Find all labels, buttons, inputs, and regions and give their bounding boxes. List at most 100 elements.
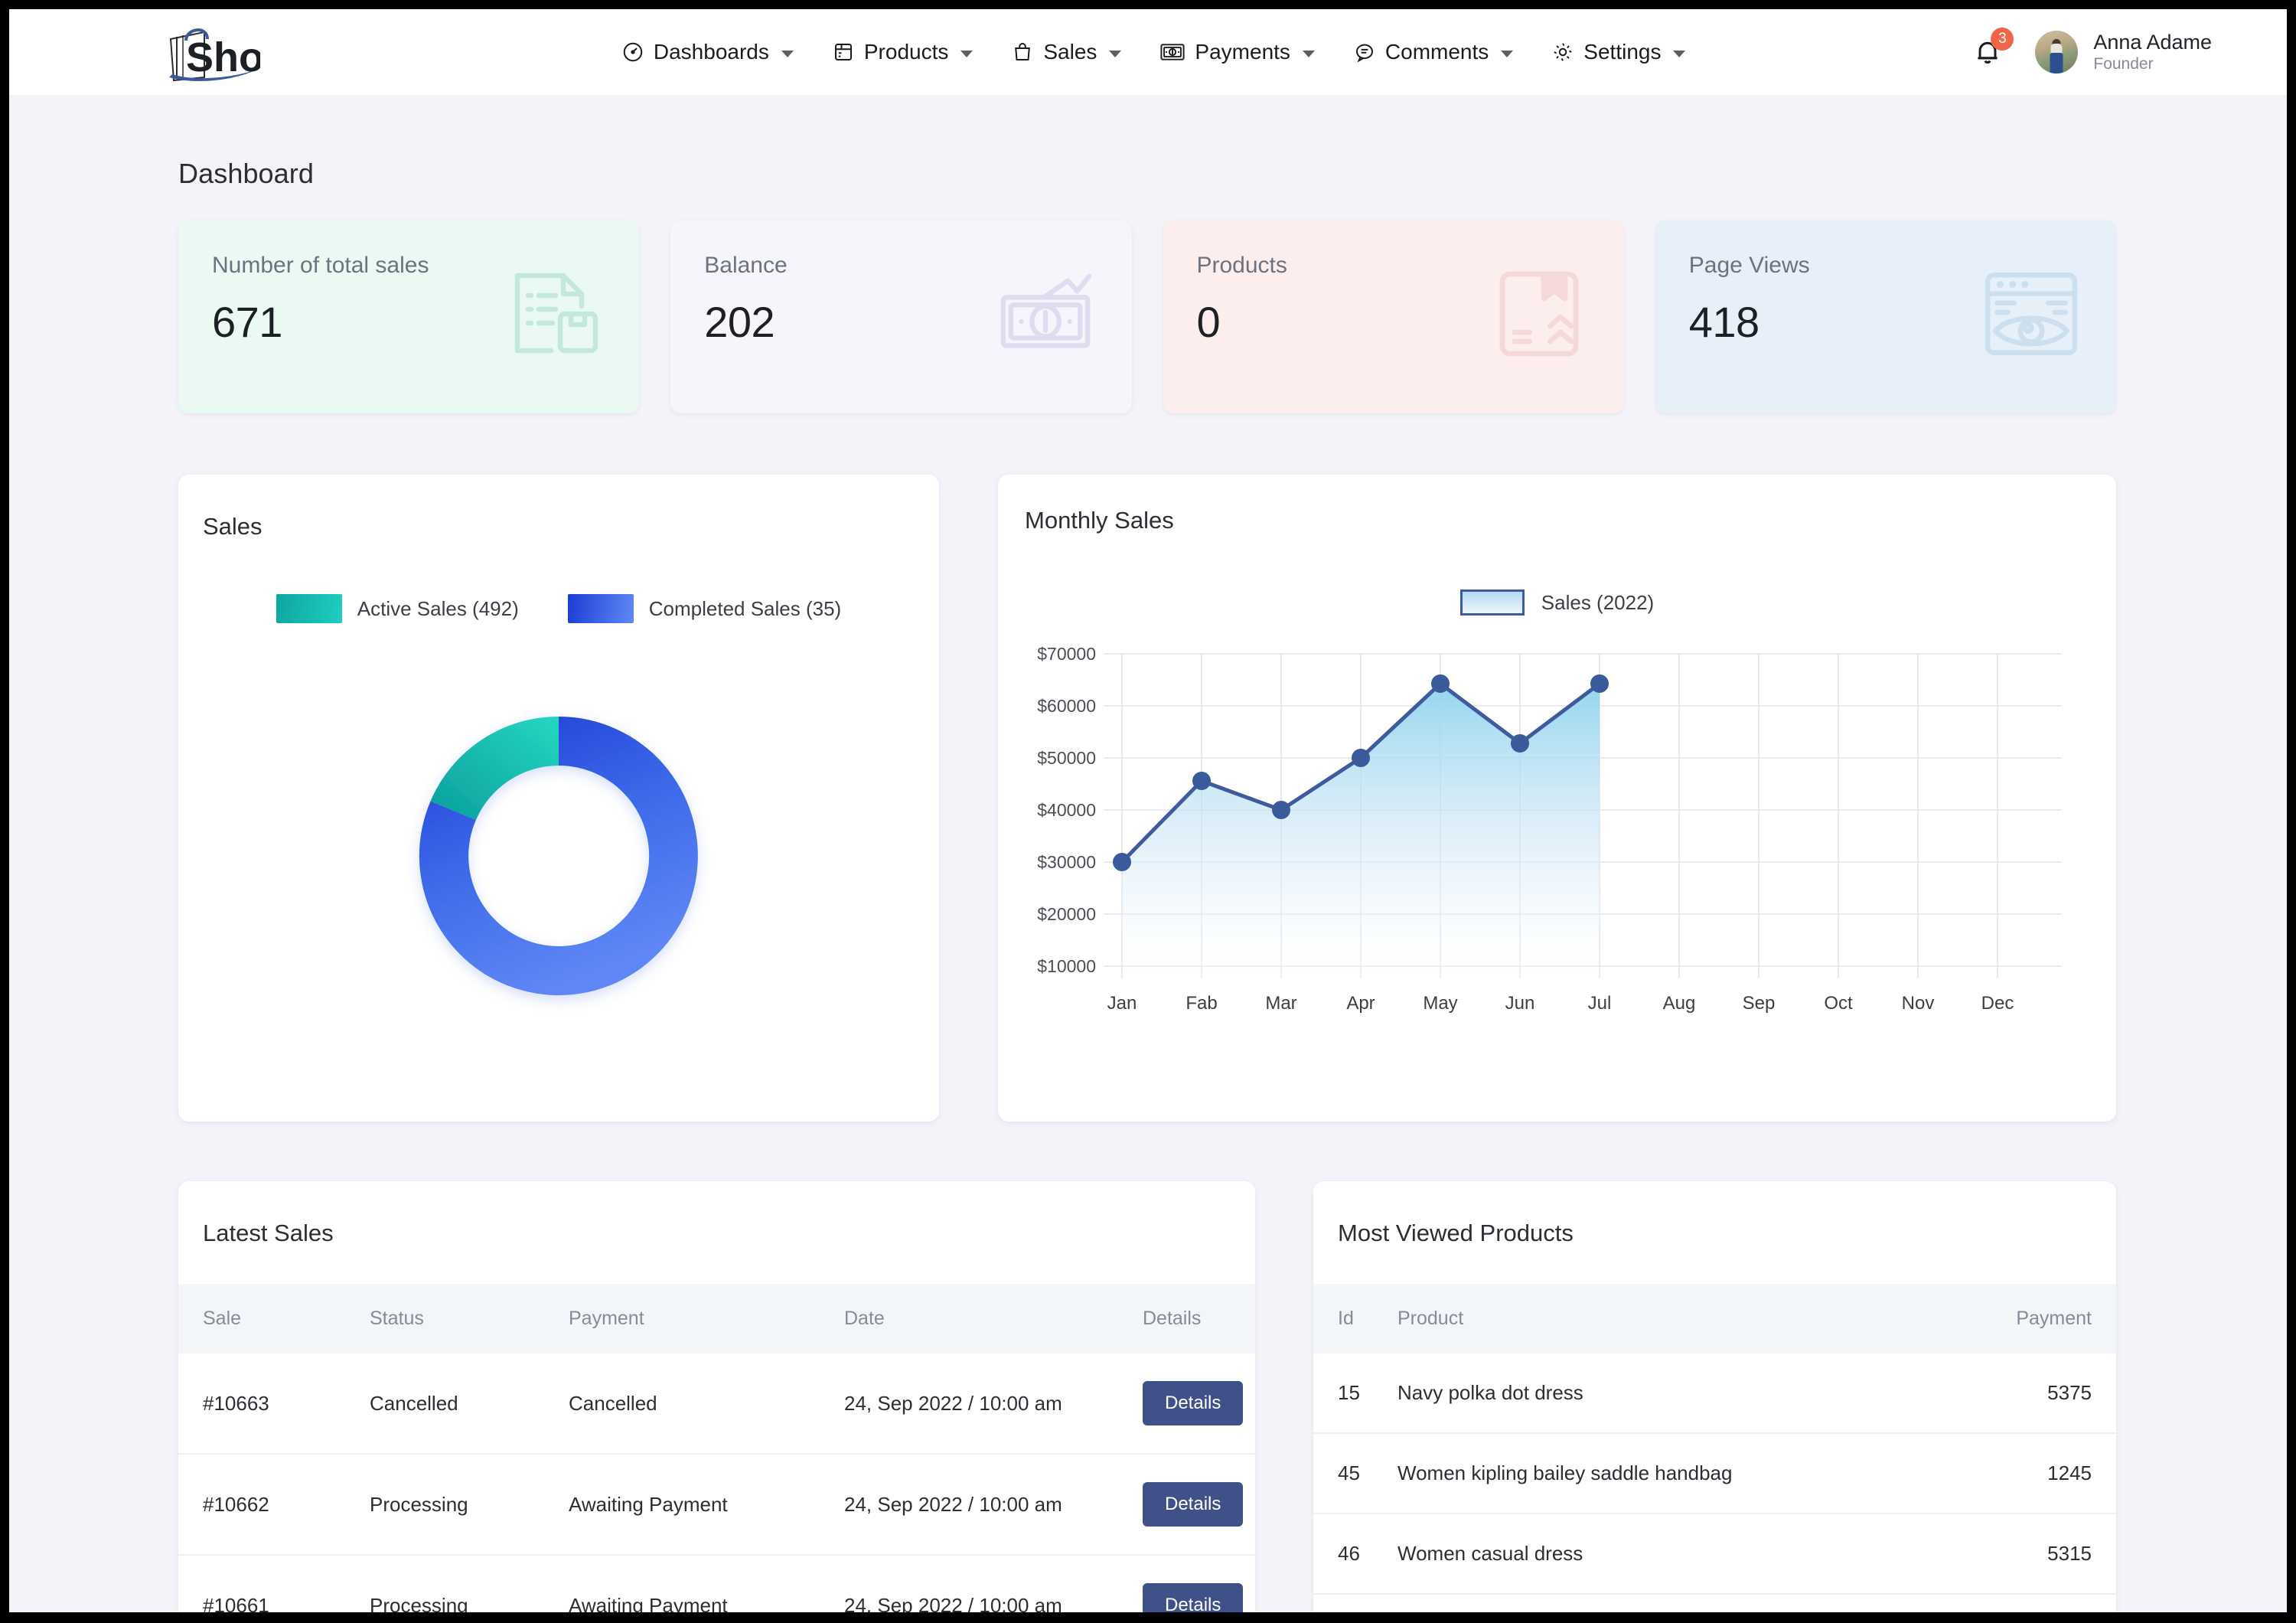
table-row[interactable]: 45 Women kipling bailey saddle handbag 1… xyxy=(1313,1433,2116,1514)
line-chart-legend[interactable]: Sales (2022) xyxy=(998,589,2116,616)
svg-text:Aug: Aug xyxy=(1663,993,1696,1014)
stat-cards: Number of total sales 671 xyxy=(178,220,2116,413)
chevron-down-icon xyxy=(1501,51,1513,57)
col-header-id: Id xyxy=(1313,1284,1397,1354)
stat-card-page-views[interactable]: Page Views 418 xyxy=(1655,220,2116,413)
nav-label: Sales xyxy=(1043,40,1097,64)
table-row[interactable]: #10662 Processing Awaiting Payment 24, S… xyxy=(178,1454,1255,1555)
nav-item-comments[interactable]: Comments xyxy=(1352,34,1515,70)
cell-status: Processing xyxy=(370,1454,569,1555)
nav-label: Dashboards xyxy=(654,40,769,64)
cell-product: Women kipling bailey saddle handbag xyxy=(1397,1433,1948,1514)
user-name: Anna Adame xyxy=(2093,31,2212,55)
cell-payment: 5375 xyxy=(1948,1354,2116,1433)
brand-logo[interactable]: Shop xyxy=(165,19,341,85)
legend-label: Active Sales (492) xyxy=(357,597,519,621)
chat-bubble-icon xyxy=(1353,41,1376,64)
svg-text:Jun: Jun xyxy=(1505,993,1535,1014)
nav-item-payments[interactable]: Payments xyxy=(1158,34,1316,70)
cell-payment: Cancelled xyxy=(569,1354,844,1454)
legend-item-completed-sales[interactable]: Completed Sales (35) xyxy=(568,594,841,623)
legend-label: Completed Sales (35) xyxy=(649,597,841,621)
main-content: Dashboard Number of total sales 671 xyxy=(0,95,2296,1623)
col-header-payment: Payment xyxy=(1948,1284,2116,1354)
svg-text:Fab: Fab xyxy=(1186,993,1217,1014)
legend-item-active-sales[interactable]: Active Sales (492) xyxy=(276,594,519,623)
nav-label: Comments xyxy=(1385,40,1489,64)
stat-card-products[interactable]: Products 0 xyxy=(1163,220,1624,413)
window-chrome-left xyxy=(0,0,9,1623)
cell-product: Navy polka dot dress xyxy=(1397,1354,1948,1433)
cell-id: 45 xyxy=(1313,1433,1397,1514)
legend-swatch xyxy=(1460,589,1525,616)
window-chrome-right xyxy=(2287,0,2296,1623)
chevron-down-icon xyxy=(960,51,973,57)
nav-label: Products xyxy=(864,40,949,64)
nav-item-sales[interactable]: Sales xyxy=(1009,34,1123,70)
table-header-row: Id Product Payment xyxy=(1313,1284,2116,1354)
svg-text:Oct: Oct xyxy=(1824,993,1853,1014)
svg-text:Jan: Jan xyxy=(1107,993,1137,1014)
chevron-down-icon xyxy=(1673,51,1685,57)
table-row[interactable]: #10663 Cancelled Cancelled 24, Sep 2022 … xyxy=(178,1354,1255,1454)
app-root: Shop Dashboards xyxy=(0,0,2296,1623)
donut-legend: Active Sales (492) Completed Sales (35) xyxy=(178,594,939,623)
panel-title: Latest Sales xyxy=(178,1181,1255,1284)
col-header-date: Date xyxy=(844,1284,1143,1354)
col-header-payment: Payment xyxy=(569,1284,844,1354)
nav-item-products[interactable]: Products xyxy=(830,34,975,70)
top-navigation-bar: Shop Dashboards xyxy=(0,9,2296,95)
monthly-sales-area-chart[interactable]: $70000 $60000 $50000 $40000 $30000 $2000… xyxy=(998,632,2116,1015)
svg-text:$20000: $20000 xyxy=(1037,904,1096,924)
nav-item-settings[interactable]: Settings xyxy=(1550,34,1687,70)
avatar[interactable] xyxy=(2035,31,2078,73)
main-nav: Dashboards Products xyxy=(341,34,1966,70)
legend-swatch xyxy=(276,594,342,623)
monthly-sales-panel: Monthly Sales Sales (2022) xyxy=(998,475,2116,1122)
notifications-button[interactable]: 3 xyxy=(1966,31,2009,73)
table-row[interactable]: 15 Navy polka dot dress 5375 xyxy=(1313,1354,2116,1433)
cell-date: 24, Sep 2022 / 10:00 am xyxy=(844,1354,1143,1454)
nav-label: Payments xyxy=(1195,40,1290,64)
cell-payment: 5315 xyxy=(1948,1514,2116,1594)
svg-text:May: May xyxy=(1423,993,1457,1014)
svg-text:Nov: Nov xyxy=(1902,993,1935,1014)
stat-card-balance[interactable]: Balance 202 xyxy=(670,220,1131,413)
cell-date: 24, Sep 2022 / 10:00 am xyxy=(844,1454,1143,1555)
cell-status: Cancelled xyxy=(370,1354,569,1454)
notification-badge: 3 xyxy=(1991,28,2014,51)
cell-details: Details xyxy=(1143,1354,1255,1454)
table-row[interactable]: 46 Women casual dress 5315 xyxy=(1313,1514,2116,1594)
donut-chart[interactable] xyxy=(178,672,939,1055)
top-right-actions: 3 Anna Adame Founder xyxy=(1966,31,2212,74)
latest-sales-table: Sale Status Payment Date Details #10663 … xyxy=(178,1284,1255,1623)
legend-swatch xyxy=(568,594,634,623)
banknote-icon xyxy=(1159,41,1186,64)
cell-payment: Awaiting Payment xyxy=(569,1454,844,1555)
svg-text:$50000: $50000 xyxy=(1037,748,1096,768)
user-role: Founder xyxy=(2093,55,2212,74)
window-chrome-bottom xyxy=(0,1612,2296,1623)
details-button[interactable]: Details xyxy=(1143,1482,1243,1527)
cell-id: 15 xyxy=(1313,1354,1397,1433)
box-icon xyxy=(832,41,855,64)
col-header-sale: Sale xyxy=(178,1284,370,1354)
page-title: Dashboard xyxy=(178,158,2219,190)
col-header-product: Product xyxy=(1397,1284,1948,1354)
col-header-status: Status xyxy=(370,1284,569,1354)
stat-card-total-sales[interactable]: Number of total sales 671 xyxy=(178,220,639,413)
nav-label: Settings xyxy=(1583,40,1661,64)
banknote-chart-icon xyxy=(997,268,1097,360)
details-button[interactable]: Details xyxy=(1143,1381,1243,1425)
col-header-details: Details xyxy=(1143,1284,1255,1354)
shopping-bag-icon xyxy=(1011,41,1034,64)
chevron-down-icon xyxy=(1109,51,1121,57)
cell-product: Women casual dress xyxy=(1397,1514,1948,1594)
svg-text:$40000: $40000 xyxy=(1037,800,1096,820)
svg-text:Dec: Dec xyxy=(1981,993,2014,1014)
svg-text:$30000: $30000 xyxy=(1037,852,1096,872)
svg-text:$10000: $10000 xyxy=(1037,956,1096,976)
cell-id: 46 xyxy=(1313,1514,1397,1594)
nav-item-dashboards[interactable]: Dashboards xyxy=(620,34,795,70)
user-menu[interactable]: Anna Adame Founder xyxy=(2093,31,2212,74)
